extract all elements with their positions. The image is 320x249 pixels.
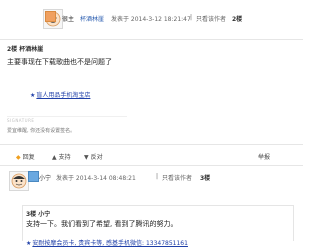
shop-link[interactable]: ★盲人用品手机淘宝店: [30, 82, 90, 101]
actions-divider: [0, 144, 303, 145]
star-icon: ★: [30, 92, 36, 99]
star-icon: ★: [26, 240, 32, 247]
oppose-button[interactable]: ▼ 反对: [84, 152, 103, 161]
author-name[interactable]: 杯酒林崖: [80, 14, 104, 23]
poster-badge-icon: [45, 11, 56, 22]
floor-number: 3楼: [200, 175, 211, 182]
post-content: 支持一下。我们看到了希望, 看到了腾讯的努力。: [26, 220, 178, 228]
quote-header: 3楼 小宁: [26, 211, 51, 218]
thumb-down-icon: ▼: [84, 154, 89, 161]
only-author-link[interactable]: 只看该作者: [162, 173, 192, 182]
reply-button[interactable]: ◆ 回复: [16, 152, 35, 161]
only-author-link[interactable]: 只看该作者: [196, 14, 226, 23]
divider-text: |: [156, 173, 159, 180]
signature-text: 爱宜维醒, 你还没有设置签名。: [7, 128, 76, 134]
avatar[interactable]: [9, 171, 29, 191]
report-button[interactable]: 举报: [258, 152, 270, 161]
post-date: 发表于 2014-3-14 08:48:21: [56, 175, 136, 182]
quote-header: 2楼 杯酒林崖: [7, 46, 44, 53]
poster-badge-icon: [28, 171, 39, 182]
floor-number: 2楼: [232, 16, 243, 23]
post-content: 主要事现在下载歌曲也不是问题了: [7, 58, 112, 66]
post-date: 发表于 2014-3-12 18:21:47: [111, 16, 191, 23]
thumb-up-icon: ▲: [52, 154, 57, 161]
divider-text: |: [190, 14, 193, 21]
header-divider: [0, 39, 303, 40]
shop-link-text: 盲人用品手机淘宝店: [36, 92, 91, 99]
contact-link-text: 安耐按摩会员卡, 贵宾卡等, 感基手机微信: 13347851161: [32, 240, 188, 247]
signature-divider: [7, 116, 127, 117]
support-button[interactable]: ▲ 支持: [52, 152, 71, 161]
signature-label: SIGNATURE: [7, 118, 35, 123]
reply-icon: ◆: [16, 154, 21, 161]
author-role: 很主: [62, 16, 75, 23]
post-divider: [0, 165, 303, 166]
author-name[interactable]: 小宁: [39, 173, 51, 182]
